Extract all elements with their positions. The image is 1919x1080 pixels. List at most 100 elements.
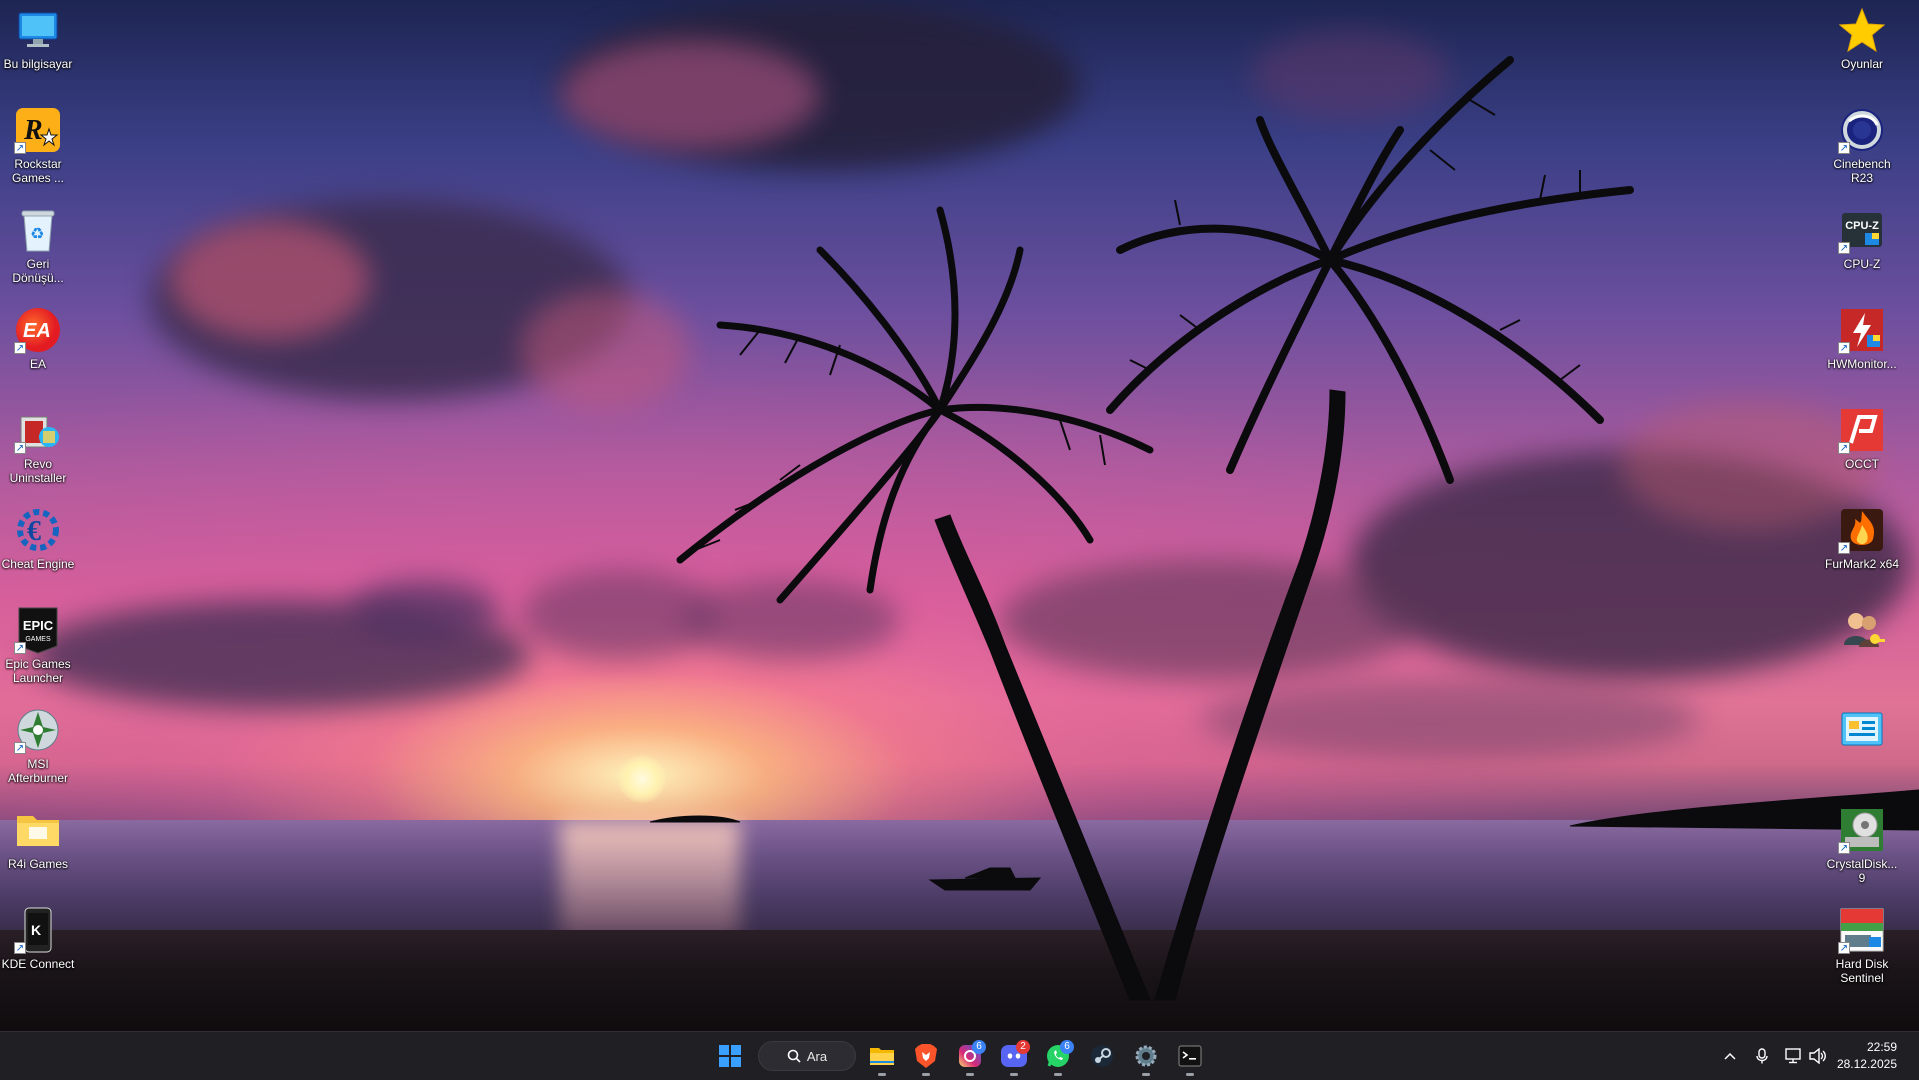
desktop-icon-label: Rockstar Games ... — [11, 157, 64, 185]
chevron-up-icon — [1724, 1052, 1736, 1060]
desktop-icon-epic-games[interactable]: EPIC GAMES ↗ Epic Games Launcher — [0, 606, 76, 685]
shortcut-arrow-icon: ↗ — [14, 642, 26, 654]
shortcut-arrow-icon: ↗ — [1838, 442, 1850, 454]
network-button[interactable] — [1784, 1046, 1804, 1066]
notification-badge: 2 — [1016, 1040, 1030, 1054]
taskbar-settings[interactable] — [1128, 1038, 1164, 1076]
occt-icon: ↗ — [1838, 406, 1886, 454]
desktop-icon-r4i-games[interactable]: R4i Games — [0, 806, 76, 871]
desktop-icon-cpuz[interactable]: CPU-Z ↗ CPU-Z — [1824, 206, 1900, 271]
svg-text:EA: EA — [23, 320, 51, 342]
hwmonitor-icon: ↗ — [1838, 306, 1886, 354]
rockstar-icon: R ↗ — [14, 106, 62, 154]
desktop-wallpaper — [0, 0, 1919, 1031]
desktop-icon-recycle-bin[interactable]: ♻ Geri Dönüşü... — [0, 206, 76, 285]
desktop-icon-kde-connect[interactable]: K ↗ KDE Connect — [0, 906, 76, 971]
taskbar: Ara 6 2 6 22:59 28.12.2025 — [0, 1031, 1919, 1080]
cheat-engine-icon: € — [14, 506, 62, 554]
desktop-icon-this-pc[interactable]: Bu bilgisayar — [0, 6, 76, 71]
desktop-icon-crystaldisk[interactable]: ↗ CrystalDisk... 9 — [1824, 806, 1900, 885]
cinebench-icon: ↗ — [1838, 106, 1886, 154]
taskbar-brave[interactable] — [908, 1038, 944, 1076]
desktop-icon-msi-afterburner[interactable]: ↗ MSI Afterburner — [0, 706, 76, 785]
show-hidden-icons-button[interactable] — [1720, 1046, 1740, 1066]
start-button[interactable] — [712, 1038, 748, 1074]
taskbar-discord[interactable]: 2 — [996, 1038, 1032, 1076]
desktop-icon-label: Geri Dönüşü... — [12, 257, 64, 285]
taskbar-steam[interactable] — [1084, 1038, 1120, 1074]
desktop-icon-label: Cinebench R23 — [1833, 157, 1891, 185]
furmark-icon: ↗ — [1838, 506, 1886, 554]
folder-icon — [14, 806, 62, 854]
brave-icon — [915, 1044, 937, 1068]
svg-text:K: K — [31, 922, 41, 938]
desktop-icon-rockstar[interactable]: R ↗ Rockstar Games ... — [0, 106, 76, 185]
shortcut-arrow-icon: ↗ — [14, 442, 26, 454]
desktop-icon-control-panel[interactable] — [1824, 706, 1900, 757]
recycle-bin-icon: ♻ — [14, 206, 62, 254]
shortcut-arrow-icon: ↗ — [1838, 842, 1850, 854]
desktop-icon-label: CPU-Z — [1843, 257, 1881, 271]
shortcut-arrow-icon: ↗ — [1838, 342, 1850, 354]
taskbar-instagram[interactable]: 6 — [952, 1038, 988, 1076]
monitor-icon — [14, 6, 62, 54]
desktop-icon-label: OCCT — [1845, 457, 1879, 471]
svg-text:GAMES: GAMES — [25, 636, 51, 643]
svg-text:€: € — [27, 516, 41, 547]
terminal-icon — [1178, 1045, 1202, 1067]
shortcut-arrow-icon: ↗ — [14, 342, 26, 354]
windows-icon — [719, 1045, 741, 1067]
notification-badge: 6 — [1060, 1040, 1074, 1054]
desktop-icon-label: Oyunlar — [1840, 57, 1884, 71]
svg-text:CPU-Z: CPU-Z — [1845, 220, 1879, 232]
search-label: Ara — [806, 1048, 828, 1064]
kde-connect-icon: K ↗ — [14, 906, 62, 954]
gear-icon — [1135, 1045, 1157, 1067]
desktop-icon-label: HWMonitor... — [1827, 357, 1897, 371]
network-icon — [1785, 1048, 1801, 1064]
microphone-button[interactable] — [1752, 1046, 1772, 1066]
desktop-icon-label: R4i Games — [7, 857, 69, 871]
microphone-icon — [1756, 1048, 1768, 1064]
desktop-icon-label: Epic Games Launcher — [5, 657, 71, 685]
desktop-icon-cinebench[interactable]: ↗ Cinebench R23 — [1824, 106, 1900, 185]
taskbar-file-explorer[interactable] — [864, 1038, 900, 1076]
steam-icon — [1091, 1045, 1113, 1067]
shortcut-arrow-icon: ↗ — [1838, 542, 1850, 554]
desktop-icon-hwmonitor[interactable]: ↗ HWMonitor... — [1824, 306, 1900, 371]
desktop-icon-label: KDE Connect — [1, 957, 75, 971]
epic-icon: EPIC GAMES ↗ — [14, 606, 62, 654]
star-icon — [1838, 6, 1886, 54]
ea-icon: EA ↗ — [14, 306, 62, 354]
svg-text:♻: ♻ — [30, 226, 44, 243]
desktop-icon-label: CrystalDisk... 9 — [1826, 857, 1898, 885]
folder-icon — [870, 1048, 894, 1065]
volume-button[interactable] — [1808, 1046, 1828, 1066]
desktop-icon-user-accounts[interactable] — [1824, 606, 1900, 657]
desktop-icon-hdsentinel[interactable]: ↗ Hard Disk Sentinel — [1824, 906, 1900, 985]
search-button[interactable]: Ara — [758, 1041, 856, 1071]
desktop-icon-label: FurMark2 x64 — [1824, 557, 1900, 571]
taskbar-terminal[interactable] — [1172, 1038, 1208, 1076]
control-panel-icon — [1838, 706, 1886, 754]
crystaldisk-icon: ↗ — [1838, 806, 1886, 854]
clock-date: 28.12.2025 — [1836, 1057, 1897, 1071]
clock-time: 22:59 — [1866, 1040, 1897, 1054]
shortcut-arrow-icon: ↗ — [14, 742, 26, 754]
desktop-icon-ea[interactable]: EA ↗ EA — [0, 306, 76, 371]
afterburner-icon: ↗ — [14, 706, 62, 754]
desktop-icon-label: Cheat Engine — [1, 557, 75, 571]
clock-button[interactable]: 22:59 28.12.2025 — [1837, 1039, 1897, 1073]
desktop-icon-oyunlar[interactable]: Oyunlar — [1824, 6, 1900, 71]
notification-badge: 6 — [972, 1040, 986, 1054]
taskbar-whatsapp[interactable]: 6 — [1040, 1038, 1076, 1076]
desktop-icon-cheat-engine[interactable]: € Cheat Engine — [0, 506, 76, 571]
desktop-icon-label: Revo Uninstaller — [9, 457, 67, 485]
hdsentinel-icon: ↗ — [1838, 906, 1886, 954]
desktop-icon-furmark[interactable]: ↗ FurMark2 x64 — [1824, 506, 1900, 571]
speaker-icon — [1809, 1048, 1826, 1064]
shortcut-arrow-icon: ↗ — [14, 942, 26, 954]
desktop-icon-label: EA — [29, 357, 46, 371]
desktop-icon-revo[interactable]: ↗ Revo Uninstaller — [0, 406, 76, 485]
desktop-icon-occt[interactable]: ↗ OCCT — [1824, 406, 1900, 471]
